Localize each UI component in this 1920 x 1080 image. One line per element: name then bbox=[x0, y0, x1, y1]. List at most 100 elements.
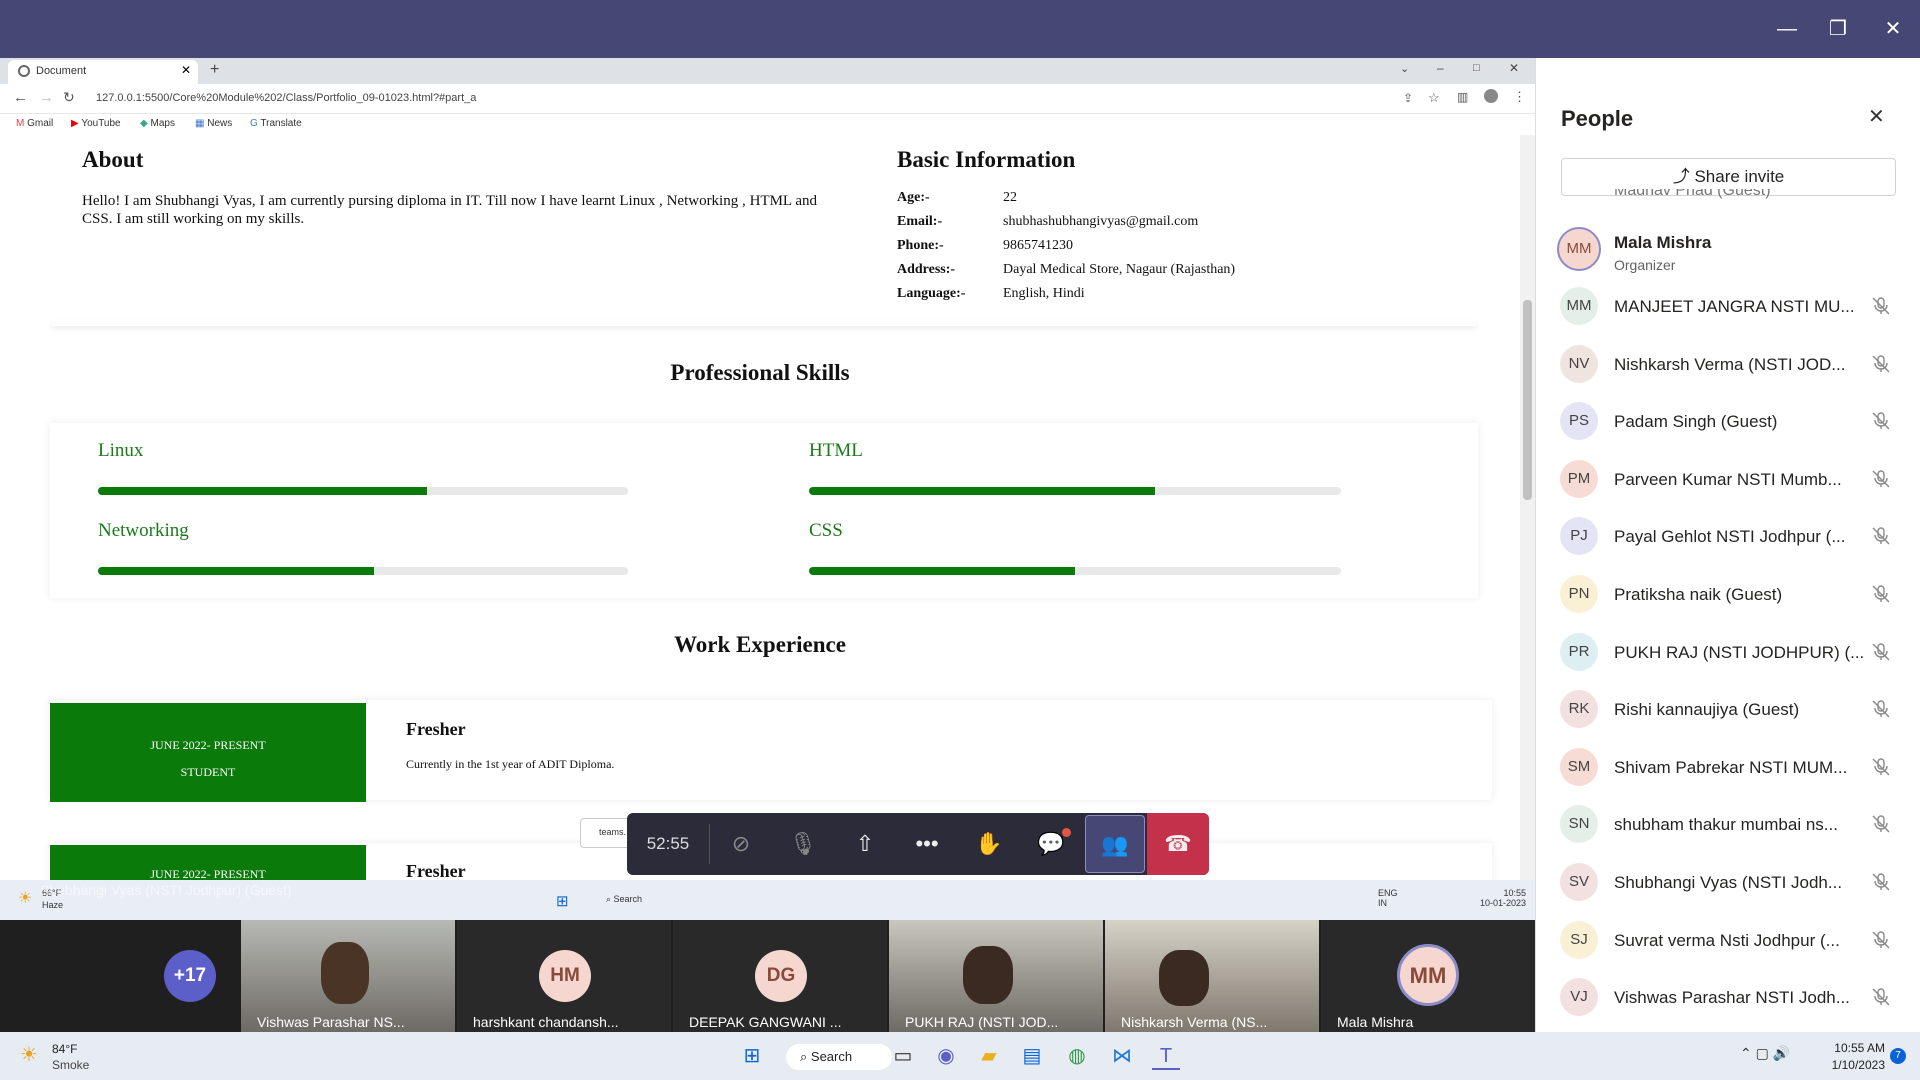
bookmark-youtube[interactable]: ▶ YouTube bbox=[71, 118, 121, 129]
participant-name: Suvrat verma Nsti Jodhpur (... bbox=[1614, 930, 1840, 950]
mic-muted-icon[interactable] bbox=[1870, 295, 1892, 317]
windows-taskbar bbox=[0, 1032, 1920, 1080]
participant-row[interactable]: MM MANJEET JANGRA NSTI MU... bbox=[1560, 287, 1920, 333]
participant-row[interactable]: SM Shivam Pabrekar NSTI MUM... bbox=[1560, 747, 1920, 794]
mic-muted-icon[interactable] bbox=[1870, 525, 1892, 547]
mic-muted-icon[interactable] bbox=[1870, 756, 1892, 778]
participant-row[interactable]: SN shubham thakur mumbai ns... bbox=[1560, 805, 1920, 851]
leave-call-icon[interactable]: ☎ bbox=[1147, 813, 1209, 875]
share-screen-icon[interactable]: ⇧ bbox=[834, 813, 896, 875]
tile-harshkant[interactable]: HM harshkant chandansh... bbox=[457, 920, 671, 1032]
overflow-count-badge[interactable]: +17 bbox=[164, 950, 216, 1002]
scrollbar-thumb[interactable] bbox=[1523, 300, 1532, 500]
mic-muted-icon[interactable] bbox=[1870, 410, 1892, 432]
star-icon[interactable]: ☆ bbox=[1428, 90, 1440, 106]
bookmark-maps[interactable]: ◆ Maps bbox=[140, 118, 175, 129]
page-scrollbar[interactable] bbox=[1520, 135, 1535, 880]
mic-muted-icon[interactable] bbox=[1870, 986, 1892, 1008]
participant-row[interactable]: NV Nishkarsh Verma (NSTI JOD... bbox=[1560, 344, 1920, 391]
camera-off-icon[interactable]: ⊘ bbox=[710, 813, 772, 875]
close-tab-icon[interactable]: ✕ bbox=[181, 63, 191, 77]
tab-search-icon[interactable]: ⌄ bbox=[1400, 62, 1409, 75]
participant-row[interactable]: PM Parveen Kumar NSTI Mumb... bbox=[1560, 459, 1920, 506]
work-title: Work Experience bbox=[674, 632, 846, 657]
work-desc-1: Currently in the 1st year of ADIT Diplom… bbox=[406, 757, 615, 771]
mic-muted-icon[interactable] bbox=[1870, 698, 1892, 720]
mic-off-icon[interactable]: 🎙 bbox=[772, 813, 834, 875]
browser-close-icon[interactable]: ✕ bbox=[1509, 61, 1519, 75]
mic-muted-icon[interactable] bbox=[1870, 468, 1892, 490]
tile-name: Mala Mishra bbox=[1337, 1014, 1414, 1030]
video-person bbox=[321, 942, 369, 1004]
close-window-button[interactable]: ✕ bbox=[1878, 14, 1908, 44]
mic-muted-icon[interactable] bbox=[1870, 929, 1892, 951]
back-icon[interactable]: ← bbox=[13, 89, 28, 106]
windows-start-icon[interactable]: ⊞ bbox=[556, 892, 569, 910]
meeting-timer: 52:55 bbox=[646, 834, 690, 853]
taskbar-search[interactable]: ⌕ Search bbox=[786, 1044, 892, 1070]
url-field[interactable]: 127.0.0.1:5500/Core%20Module%202/Class/P… bbox=[86, 90, 1411, 108]
participant-row[interactable]: SV Shubhangi Vyas (NSTI Jodh... bbox=[1560, 863, 1920, 909]
bookmark-news[interactable]: ▦ News bbox=[195, 118, 232, 129]
participant-role: Organizer bbox=[1614, 257, 1676, 273]
close-panel-icon[interactable]: ✕ bbox=[1868, 104, 1885, 129]
mic-muted-icon[interactable] bbox=[1870, 583, 1892, 605]
minimize-button[interactable]: — bbox=[1772, 14, 1802, 44]
mic-muted-icon[interactable] bbox=[1870, 813, 1892, 835]
tile-nishkarsh[interactable]: Nishkarsh Verma (NS... bbox=[1105, 920, 1319, 1032]
chat-icon[interactable]: 💬 bbox=[1020, 813, 1082, 875]
notepad-icon[interactable]: ▤ bbox=[1018, 1042, 1046, 1070]
participant-row[interactable]: PJ Payal Gehlot NSTI Jodhpur (... bbox=[1560, 517, 1920, 563]
vscode-icon[interactable]: ⋈ bbox=[1108, 1042, 1136, 1070]
inner-search[interactable]: ⌕ Search bbox=[606, 894, 642, 905]
teams-icon[interactable]: T bbox=[1152, 1042, 1180, 1070]
start-icon[interactable]: ⊞ bbox=[738, 1042, 766, 1070]
mic-muted-icon[interactable] bbox=[1870, 871, 1892, 893]
chat-notification-dot bbox=[1062, 828, 1071, 837]
file-explorer-icon[interactable]: ▰ bbox=[975, 1042, 1003, 1070]
skill-linux-bar bbox=[98, 487, 628, 495]
raise-hand-icon[interactable]: ✋ bbox=[958, 813, 1020, 875]
weather-temp: 84°F bbox=[52, 1042, 78, 1056]
clock-time: 10:55 AM bbox=[1834, 1041, 1885, 1055]
participant-row[interactable]: SJ Suvrat verma Nsti Jodhpur (... bbox=[1560, 920, 1920, 967]
sidepanel-icon[interactable]: ▥ bbox=[1457, 90, 1468, 104]
tile-mala[interactable]: MM Mala Mishra bbox=[1321, 920, 1535, 1032]
work-date: JUNE 2022- PRESENT bbox=[150, 738, 266, 752]
share-icon[interactable]: ⇪ bbox=[1403, 91, 1413, 105]
bookmark-gmail[interactable]: M Gmail bbox=[16, 118, 53, 129]
participant-row[interactable]: PR PUKH RAJ (NSTI JODHPUR) (... bbox=[1560, 632, 1920, 679]
browser-minimize-icon[interactable]: – bbox=[1437, 61, 1444, 75]
teams-chat-icon[interactable]: ◉ bbox=[932, 1042, 960, 1070]
skill-html-label: HTML bbox=[809, 440, 863, 461]
more-options-icon[interactable]: ••• bbox=[896, 813, 958, 875]
organizer-row[interactable]: MM Mala Mishra Organizer bbox=[1557, 227, 1920, 275]
participant-row[interactable]: PS Padam Singh (Guest) bbox=[1560, 402, 1920, 448]
participant-row[interactable]: PN Pratiksha naik (Guest) bbox=[1560, 575, 1920, 621]
restore-button[interactable]: ❐ bbox=[1823, 14, 1853, 44]
task-view-icon[interactable]: ▭ bbox=[889, 1042, 917, 1070]
reload-icon[interactable]: ↻ bbox=[63, 89, 75, 106]
menu-icon[interactable]: ⋮ bbox=[1513, 89, 1526, 105]
bookmark-translate[interactable]: G Translate bbox=[250, 118, 302, 129]
participant-name: PUKH RAJ (NSTI JODHPUR) (... bbox=[1614, 642, 1865, 662]
participant-name: Padam Singh (Guest) bbox=[1614, 412, 1778, 432]
new-tab-button[interactable]: + bbox=[210, 61, 219, 79]
tray-icons[interactable]: ⌃ ▢ 🔊 bbox=[1740, 1045, 1790, 1062]
notification-badge[interactable]: 7 bbox=[1890, 1048, 1906, 1064]
profile-icon[interactable] bbox=[1484, 89, 1498, 103]
chrome-icon[interactable]: ◍ bbox=[1063, 1042, 1091, 1070]
globe-icon bbox=[18, 65, 30, 77]
participant-name: Mala Mishra bbox=[1614, 233, 1712, 252]
browser-tab[interactable]: Document bbox=[8, 60, 198, 84]
forward-icon[interactable]: → bbox=[39, 89, 54, 106]
tile-vishwas[interactable]: Vishwas Parashar NS... bbox=[241, 920, 455, 1032]
participant-row[interactable]: RK Rishi kannaujiya (Guest) bbox=[1560, 690, 1920, 736]
tile-pukhraj[interactable]: PUKH RAJ (NSTI JOD... bbox=[889, 920, 1103, 1032]
tile-deepak[interactable]: DG DEEPAK GANGWANI ... bbox=[673, 920, 887, 1032]
participant-row[interactable]: VJ Vishwas Parashar NSTI Jodh... bbox=[1560, 978, 1920, 1024]
mic-muted-icon[interactable] bbox=[1870, 641, 1892, 663]
mic-muted-icon[interactable] bbox=[1870, 353, 1892, 375]
people-icon[interactable]: 👥 bbox=[1085, 815, 1145, 873]
browser-maximize-icon[interactable]: □ bbox=[1473, 62, 1480, 74]
